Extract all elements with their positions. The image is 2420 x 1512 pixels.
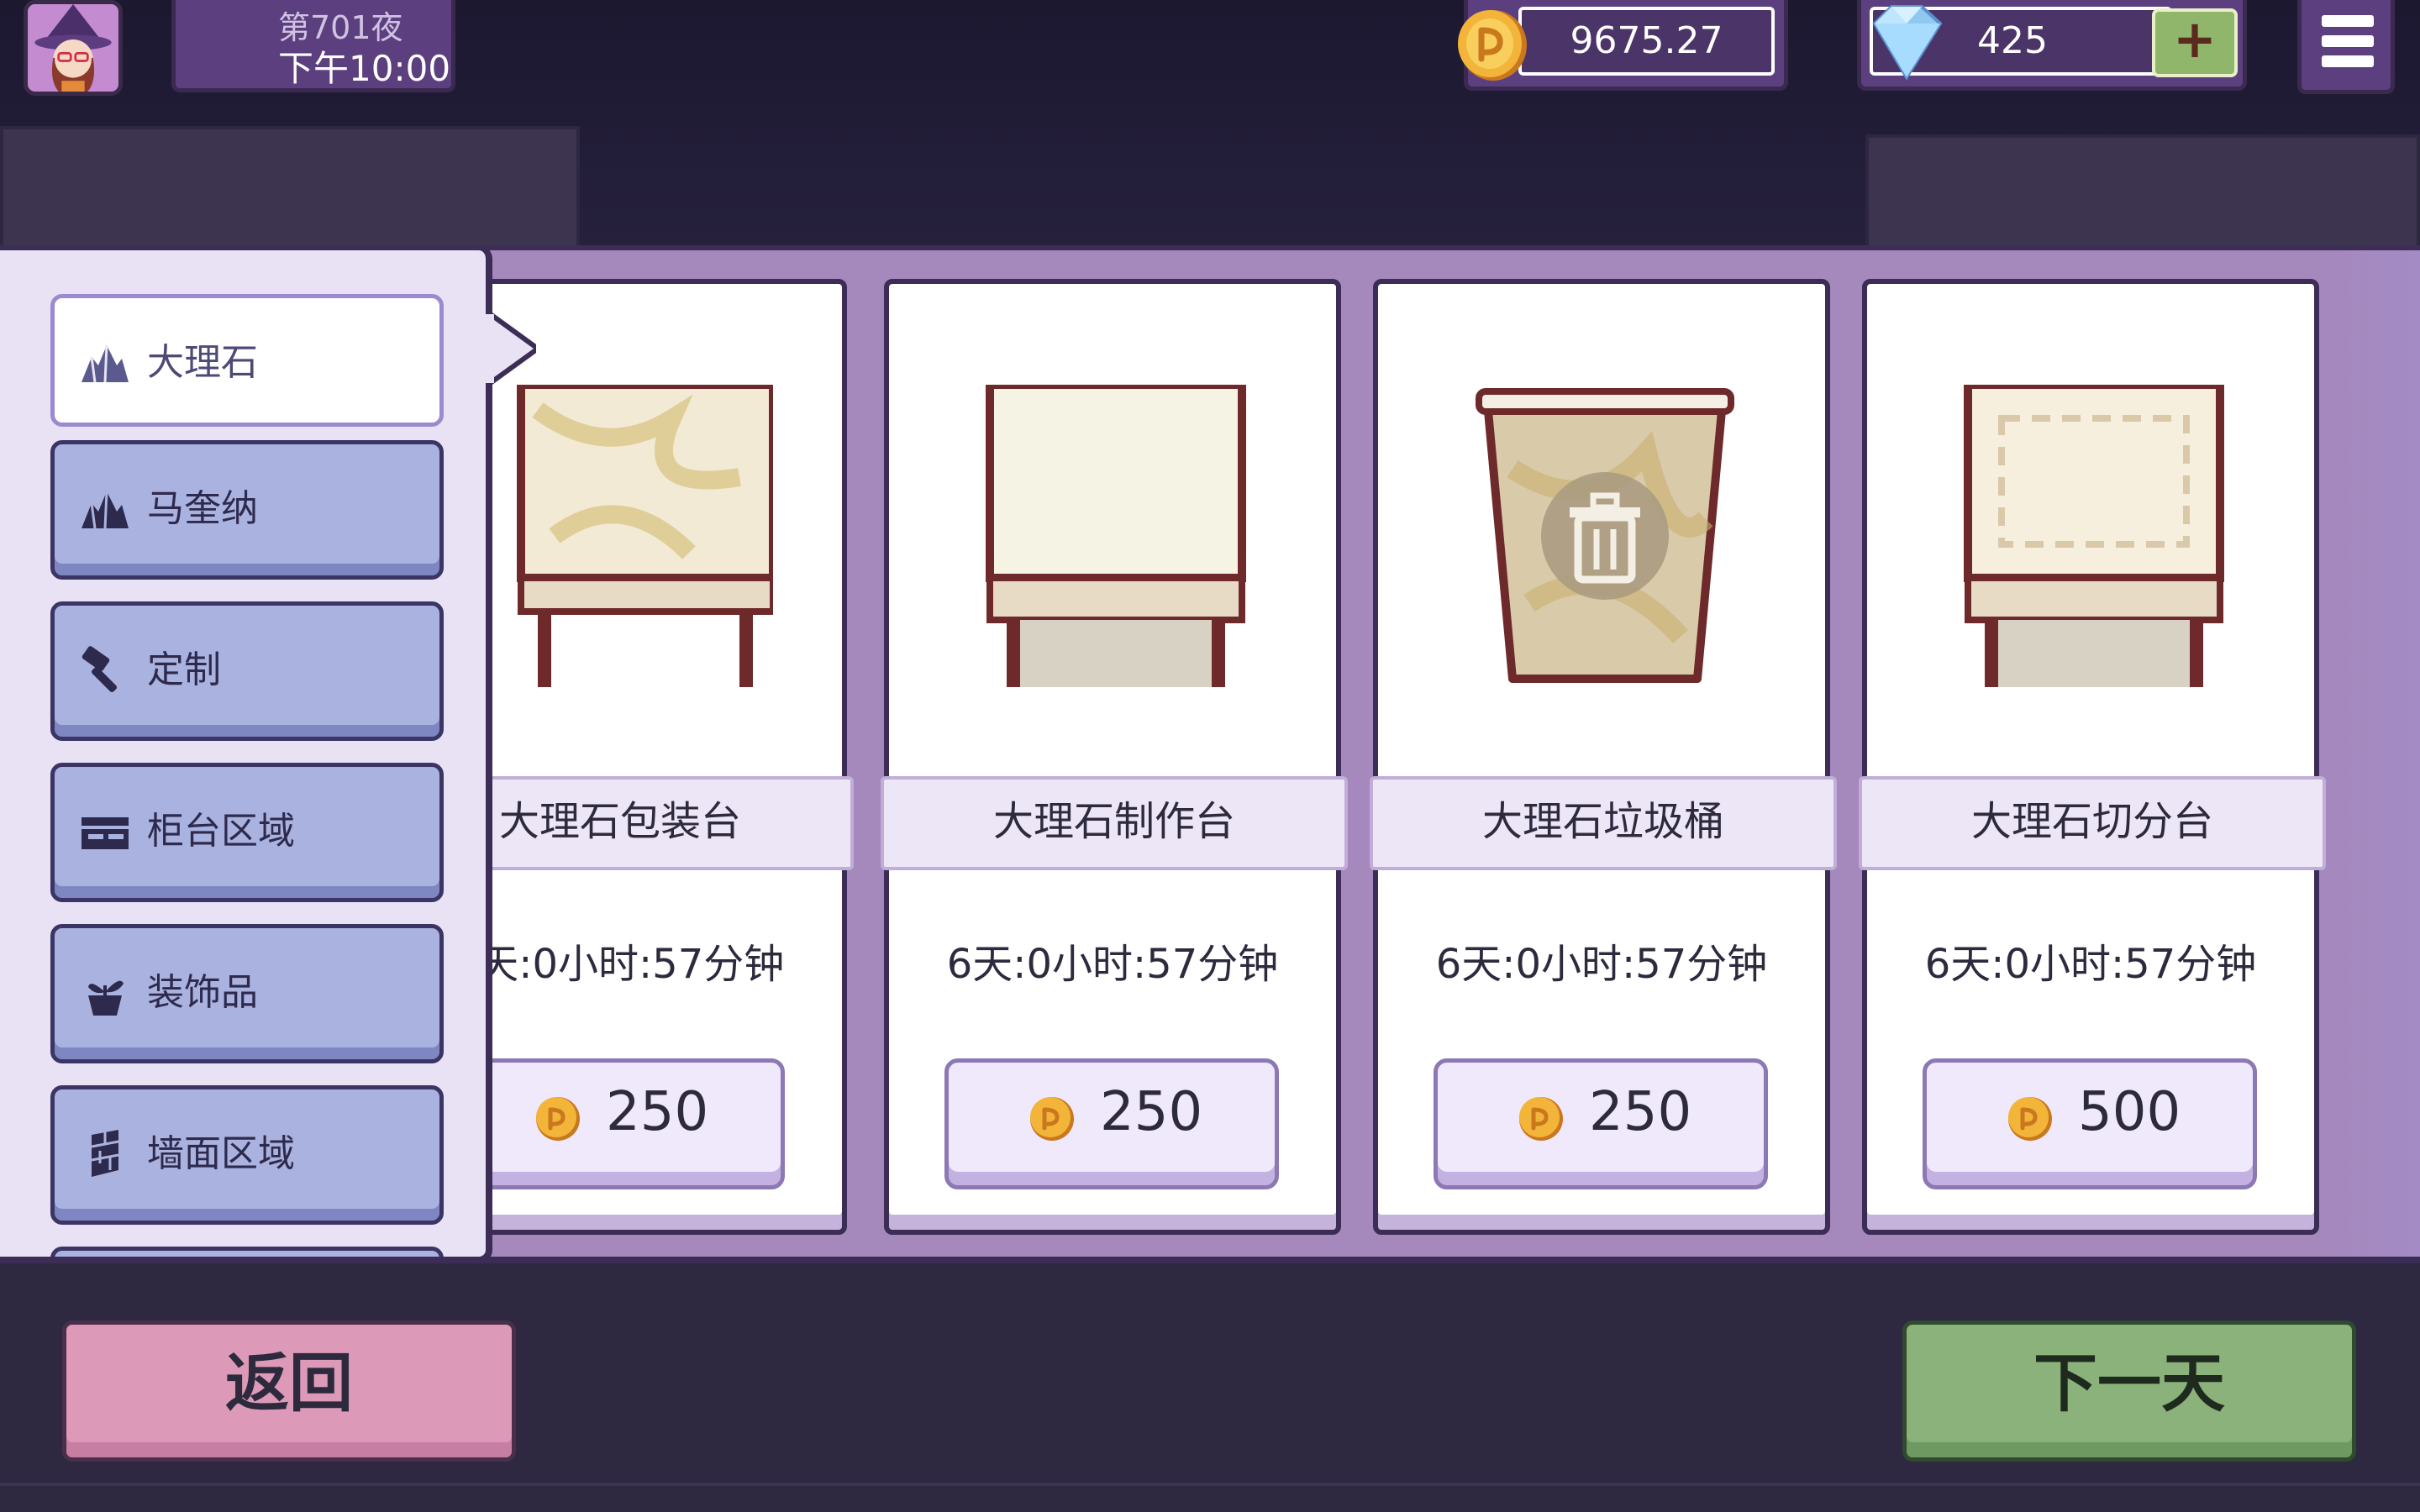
product-duration: 6天:0小时:57分钟 (1435, 941, 1768, 988)
price-value: 250 (1589, 1081, 1692, 1143)
background-building-right (1865, 134, 2420, 252)
day-time-panel: 第701夜 下午10:00 (171, 0, 455, 92)
back-button[interactable]: 返回 (62, 1320, 516, 1462)
category-custom[interactable]: 定制 (50, 601, 444, 741)
category-label: 柜台区域 (147, 810, 295, 853)
witch-avatar-icon (28, 4, 118, 92)
marble-work-table-image (986, 385, 1246, 687)
marble-packing-table-image (517, 385, 773, 687)
price-value: 250 (1100, 1081, 1203, 1143)
category-wall-area[interactable]: 墙面区域 (50, 1085, 444, 1225)
hammer-icon (82, 646, 118, 693)
marble-cutting-table-image (1964, 385, 2224, 687)
moon-icon (208, 13, 245, 78)
mountain-icon (82, 344, 129, 383)
scroll-fade (2319, 250, 2420, 1257)
category-sidebar: 大理石 马奎纳 定制 柜台区域 装饰品 墙面区域 (0, 245, 492, 1263)
category-label: 墙面区域 (147, 1132, 295, 1175)
marble-trash-can-image (1476, 388, 1734, 683)
counter-icon (82, 817, 129, 849)
add-gems-button[interactable]: + (2152, 8, 2238, 77)
price-value: 250 (606, 1081, 709, 1143)
product-duration: 6天:0小时:57分钟 (1924, 941, 2257, 988)
floor-line (0, 1483, 2420, 1486)
coin-icon (536, 1097, 580, 1141)
menu-button[interactable] (2297, 0, 2395, 94)
background-building-left (0, 126, 580, 252)
category-label: 大理石 (147, 341, 258, 384)
category-label: 马奎纳 (147, 487, 258, 530)
category-counter-area[interactable]: 柜台区域 (50, 763, 444, 902)
coin-balance: 9675.27 (1458, 0, 1788, 91)
selection-pointer (486, 311, 536, 386)
coin-icon (1030, 1097, 1074, 1141)
product-card[interactable]: 大理石制作台 6天:0小时:57分钟 250 (881, 279, 1348, 1235)
category-marble[interactable]: 大理石 (50, 294, 444, 427)
diamond-icon (1872, 5, 1943, 81)
category-marquina[interactable]: 马奎纳 (50, 440, 444, 580)
product-name: 大理石制作台 (881, 776, 1348, 870)
next-day-button[interactable]: 下一天 (1902, 1320, 2356, 1462)
coin-icon (1458, 10, 1527, 81)
product-card[interactable]: 大理石垃圾桶 6天:0小时:57分钟 250 (1370, 279, 1837, 1235)
buy-button[interactable]: 250 (1434, 1058, 1768, 1189)
buy-button[interactable]: 250 (944, 1058, 1279, 1189)
clock-time: 下午10:00 (278, 48, 451, 89)
coin-icon (1519, 1097, 1563, 1141)
hamburger-icon (2322, 15, 2374, 71)
category-decorations[interactable]: 装饰品 (50, 924, 444, 1063)
coin-amount: 9675.27 (1518, 7, 1775, 76)
category-more-partial[interactable] (50, 1247, 444, 1257)
mountain-icon (82, 491, 129, 529)
buy-button[interactable]: 250 (450, 1058, 785, 1189)
player-avatar[interactable] (24, 0, 123, 96)
product-card[interactable]: 大理石切分台 6天:0小时:57分钟 500 (1859, 279, 2326, 1235)
product-duration: 6天:0小时:57分钟 (946, 941, 1279, 988)
category-label: 装饰品 (147, 971, 258, 1014)
price-value: 500 (2078, 1081, 2181, 1143)
product-name: 大理石切分台 (1859, 776, 2326, 870)
category-label: 定制 (147, 648, 221, 691)
coin-icon (2008, 1097, 2052, 1141)
plant-icon (88, 980, 124, 1016)
gem-balance: 425 + (1857, 0, 2247, 91)
product-name: 大理石垃圾桶 (1370, 776, 1837, 870)
wall-icon (91, 1130, 119, 1177)
buy-button[interactable]: 500 (1923, 1058, 2257, 1189)
